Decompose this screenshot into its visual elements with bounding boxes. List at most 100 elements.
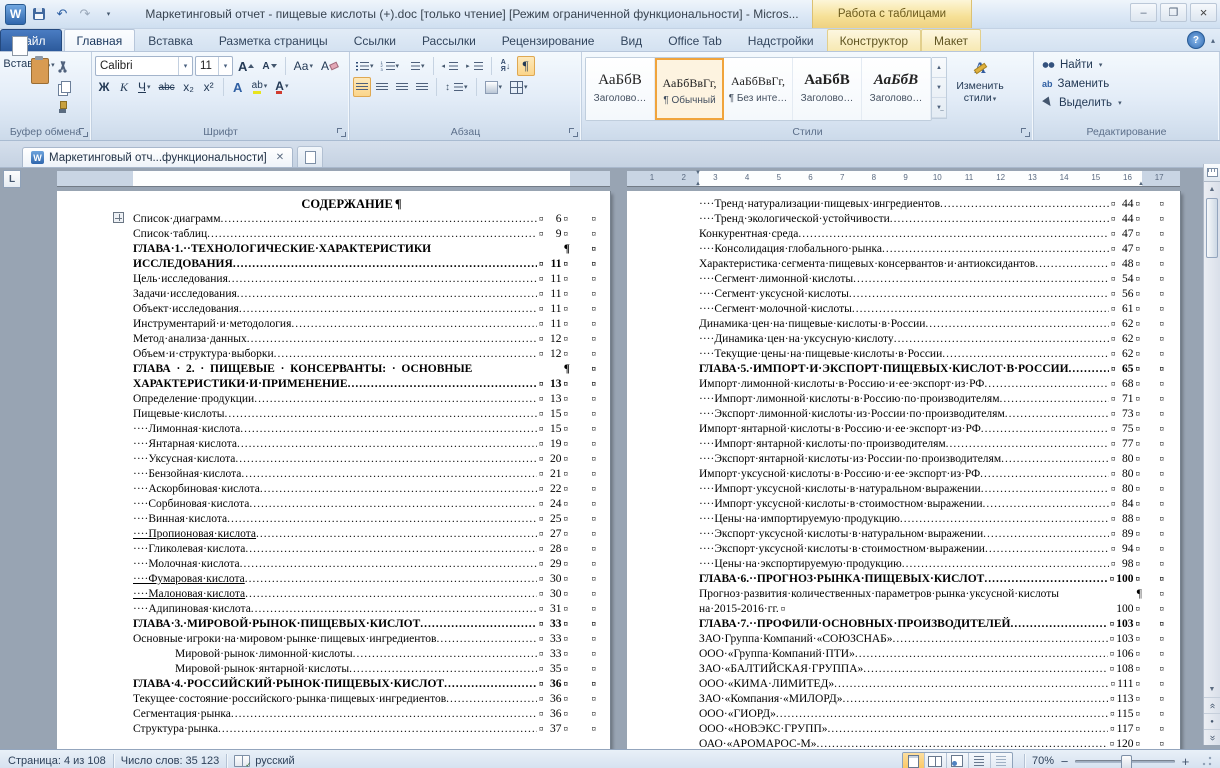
clipboard-dialog-launcher[interactable] bbox=[79, 128, 88, 137]
first-line-indent-marker[interactable]: ▼ bbox=[695, 170, 701, 176]
select-button[interactable]: Выделить ▾ bbox=[1037, 93, 1216, 112]
gallery-more-button[interactable]: ▼̲ bbox=[932, 98, 946, 118]
tab-layout[interactable]: Макет bbox=[921, 29, 982, 51]
font-size-select[interactable]: 11 ▾ bbox=[195, 56, 233, 76]
change-case-button[interactable]: Аа ▾ bbox=[291, 56, 316, 76]
ruler-toggle-button[interactable] bbox=[1204, 164, 1220, 182]
format-painter-button[interactable] bbox=[55, 97, 79, 117]
zoom-level[interactable]: 70% bbox=[1032, 755, 1054, 767]
style-item-2[interactable]: АаБбВвГг, ¶ Обычный bbox=[655, 58, 724, 120]
shrink-font-button[interactable]: А bbox=[259, 56, 279, 76]
tab-home[interactable]: Главная bbox=[63, 29, 136, 51]
select-browse-object-button[interactable]: ● bbox=[1204, 713, 1220, 729]
align-right-button[interactable] bbox=[393, 77, 411, 97]
new-document-tab-button[interactable] bbox=[297, 146, 324, 167]
font-color-button[interactable]: А ▾ bbox=[272, 77, 291, 97]
paragraph-dialog-launcher[interactable] bbox=[569, 128, 578, 137]
increase-indent-button[interactable]: ▸ bbox=[463, 56, 486, 76]
numbering-button[interactable]: ▾ bbox=[379, 56, 403, 76]
close-tab-icon[interactable]: ✕ bbox=[276, 152, 284, 163]
maximize-button[interactable]: ❐ bbox=[1160, 3, 1187, 22]
zoom-slider[interactable] bbox=[1075, 754, 1175, 768]
show-formatting-marks-button[interactable]: ¶ bbox=[516, 56, 535, 76]
sort-button[interactable]: А Я ↓ bbox=[497, 56, 515, 76]
replace-button[interactable]: ab Заменить bbox=[1037, 74, 1216, 93]
tab-office-tab[interactable]: Office Tab bbox=[655, 29, 735, 51]
change-styles-button[interactable]: А Изменить стили▾ bbox=[947, 55, 1013, 125]
strikethrough-button[interactable]: abc bbox=[156, 77, 178, 97]
underline-button[interactable]: Ч ▾ bbox=[135, 77, 154, 97]
tab-mailings[interactable]: Рассылки bbox=[409, 29, 489, 51]
scroll-thumb[interactable] bbox=[1206, 198, 1218, 258]
document-tab[interactable]: W Маркетинговый отч...функциональности] … bbox=[22, 147, 294, 167]
tab-design[interactable]: Конструктор bbox=[826, 29, 922, 51]
styles-dialog-launcher[interactable] bbox=[1021, 128, 1030, 137]
qat-customize-button[interactable]: ▾ bbox=[98, 5, 118, 24]
align-center-button[interactable] bbox=[373, 77, 391, 97]
view-button-web-layout[interactable] bbox=[947, 752, 969, 768]
minimize-ribbon-icon[interactable]: ▴ bbox=[1211, 36, 1215, 45]
view-button-outline[interactable] bbox=[969, 752, 991, 768]
undo-button[interactable]: ↶ bbox=[52, 5, 72, 24]
font-dialog-launcher[interactable] bbox=[337, 128, 346, 137]
borders-button[interactable]: ▾ bbox=[507, 77, 531, 97]
tab-page-layout[interactable]: Разметка страницы bbox=[206, 29, 341, 51]
style-item-1[interactable]: АаБбВ Заголово… bbox=[586, 58, 655, 120]
highlight-button[interactable]: ab ▾ bbox=[249, 77, 271, 97]
previous-page-button[interactable]: « bbox=[1204, 697, 1220, 713]
document-page-right[interactable]: ····Тренд·натурализации·пищевых·ингредие… bbox=[627, 191, 1180, 749]
paste-button[interactable]: Вставить▾ bbox=[3, 36, 55, 125]
bullets-button[interactable]: ▾ bbox=[353, 56, 377, 76]
scroll-down-button[interactable]: ▼ bbox=[1204, 682, 1220, 697]
view-button-draft[interactable] bbox=[991, 753, 1012, 768]
hanging-indent-marker[interactable]: ▲ bbox=[695, 181, 701, 187]
chevron-down-icon[interactable]: ▾ bbox=[218, 57, 232, 75]
find-button[interactable]: Найти ▾ bbox=[1037, 55, 1216, 74]
cut-button[interactable] bbox=[55, 57, 79, 77]
scroll-up-button[interactable]: ▲ bbox=[1204, 182, 1220, 197]
clear-formatting-button[interactable]: А bbox=[318, 56, 341, 76]
tab-addins[interactable]: Надстройки bbox=[735, 29, 827, 51]
close-button[interactable]: × bbox=[1190, 3, 1217, 22]
resize-grip[interactable] bbox=[1202, 756, 1212, 766]
style-item-5[interactable]: АаБбВ Заголово… bbox=[862, 58, 931, 120]
italic-button[interactable]: К bbox=[115, 77, 133, 97]
next-page-button[interactable]: » bbox=[1204, 729, 1220, 745]
view-button-full-screen-reading[interactable] bbox=[925, 752, 947, 768]
tab-review[interactable]: Рецензирование bbox=[489, 29, 608, 51]
minimize-button[interactable]: – bbox=[1130, 3, 1157, 22]
proofing-status-icon[interactable] bbox=[234, 755, 251, 768]
tab-stop-selector[interactable]: L bbox=[3, 170, 21, 188]
word-app-icon[interactable]: W bbox=[5, 3, 26, 25]
style-item-4[interactable]: АаБбВ Заголово… bbox=[793, 58, 862, 120]
line-spacing-button[interactable]: ↕ ▾ bbox=[442, 77, 471, 97]
text-effects-button[interactable]: А bbox=[229, 77, 247, 97]
tab-references[interactable]: Ссылки bbox=[341, 29, 409, 51]
font-family-select[interactable]: Calibri ▾ bbox=[95, 56, 193, 76]
decrease-indent-button[interactable]: ◂ bbox=[439, 56, 462, 76]
shading-button[interactable]: ▾ bbox=[482, 77, 506, 97]
subscript-button[interactable]: x₂ bbox=[180, 77, 198, 97]
multilevel-list-button[interactable]: ▾ bbox=[404, 56, 428, 76]
scroll-track[interactable] bbox=[1204, 197, 1220, 682]
align-left-button[interactable] bbox=[353, 77, 371, 97]
language-indicator[interactable]: русский bbox=[255, 755, 294, 767]
copy-button[interactable] bbox=[55, 77, 79, 97]
redo-button[interactable]: ↷ bbox=[75, 5, 95, 24]
tab-insert[interactable]: Вставка bbox=[135, 29, 206, 51]
word-count[interactable]: Число слов: 35 123 bbox=[121, 755, 219, 767]
view-button-print-layout[interactable] bbox=[902, 752, 925, 768]
gallery-scroll-down-button[interactable]: ▼ bbox=[932, 78, 946, 98]
save-button[interactable] bbox=[29, 5, 49, 24]
zoom-in-button[interactable]: + bbox=[1178, 754, 1193, 768]
zoom-slider-thumb[interactable] bbox=[1121, 754, 1132, 768]
document-page-left[interactable]: СОДЕРЖАНИЕ¶Список·диаграмм¤6¤¤Список·таб… bbox=[57, 191, 610, 749]
zoom-out-button[interactable]: − bbox=[1057, 754, 1072, 768]
right-indent-marker[interactable]: ▲ bbox=[1138, 181, 1144, 187]
grow-font-button[interactable]: А bbox=[235, 56, 257, 76]
justify-button[interactable] bbox=[413, 77, 431, 97]
gallery-scroll-up-button[interactable]: ▲ bbox=[932, 58, 946, 78]
superscript-button[interactable]: x² bbox=[200, 77, 218, 97]
table-move-handle-icon[interactable] bbox=[113, 212, 124, 223]
style-item-3[interactable]: АаБбВвГг, ¶ Без инте… bbox=[724, 58, 793, 120]
